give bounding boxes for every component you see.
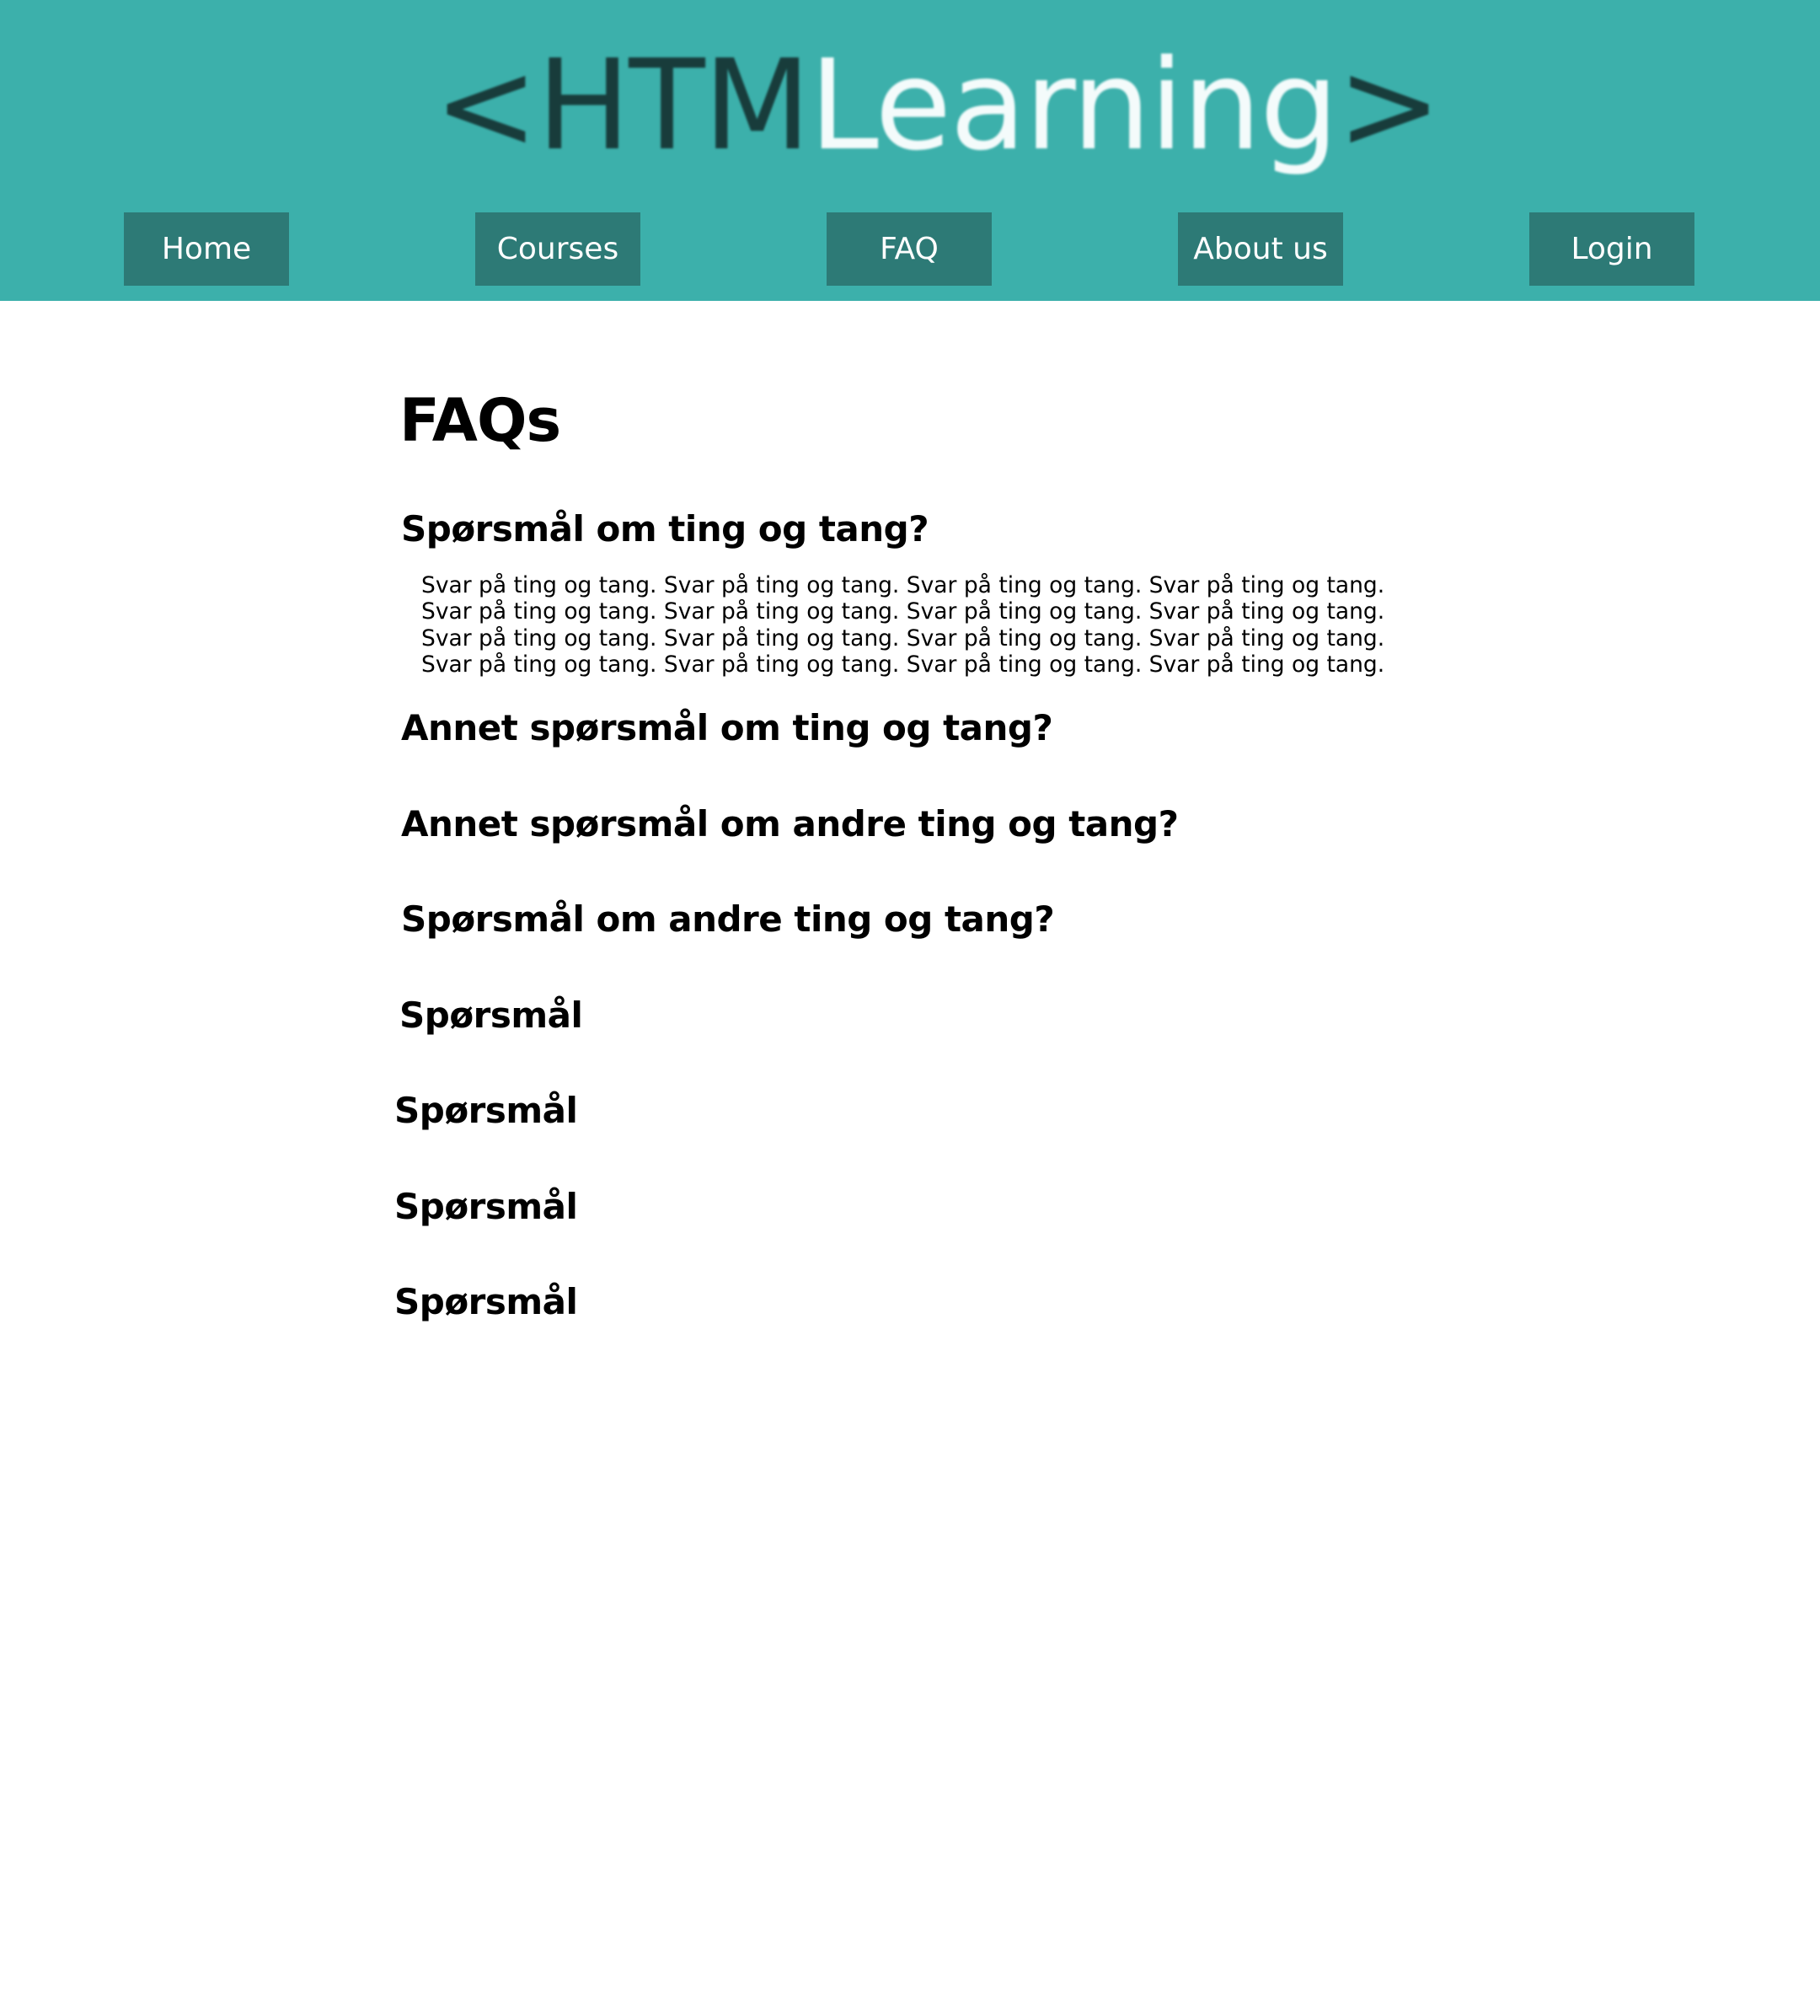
site-header: <HTMLearning> Home Courses FAQ About us … <box>0 0 1820 301</box>
logo-text-dark: HTM <box>537 33 811 178</box>
nav-courses-button[interactable]: Courses <box>475 212 640 286</box>
nav-login-button[interactable]: Login <box>1529 212 1694 286</box>
faq-question[interactable]: Spørsmål <box>399 990 583 1041</box>
faq-answer: Svar på ting og tang. Svar på ting og ta… <box>421 572 1385 678</box>
faq-question[interactable]: Spørsmål om andre ting og tang? <box>401 894 1055 945</box>
nav-about-button[interactable]: About us <box>1178 212 1343 286</box>
faq-answer-line: Svar på ting og tang. Svar på ting og ta… <box>421 572 1385 598</box>
faq-question[interactable]: Spørsmål om ting og tang? <box>401 504 929 555</box>
page: <HTMLearning> Home Courses FAQ About us … <box>0 0 1820 2016</box>
logo-close-bracket: > <box>1336 33 1442 178</box>
faq-question[interactable]: Spørsmål <box>394 1277 578 1327</box>
site-logo[interactable]: <HTMLearning> <box>434 33 1442 178</box>
main-content: FAQs Spørsmål om ting og tang? Svar på t… <box>0 301 1820 2016</box>
logo-open-bracket: < <box>434 33 538 178</box>
logo-text-light: Learning <box>809 33 1339 178</box>
faq-answer-line: Svar på ting og tang. Svar på ting og ta… <box>421 625 1385 651</box>
faq-answer-line: Svar på ting og tang. Svar på ting og ta… <box>421 598 1385 625</box>
faq-question[interactable]: Annet spørsmål om andre ting og tang? <box>401 799 1179 850</box>
page-title: FAQs <box>399 386 561 455</box>
faq-question[interactable]: Spørsmål <box>394 1086 578 1136</box>
faq-answer-line: Svar på ting og tang. Svar på ting og ta… <box>421 651 1385 678</box>
faq-question[interactable]: Annet spørsmål om ting og tang? <box>401 703 1053 753</box>
nav-faq-button[interactable]: FAQ <box>827 212 992 286</box>
faq-question[interactable]: Spørsmål <box>394 1182 578 1232</box>
nav-home-button[interactable]: Home <box>124 212 289 286</box>
